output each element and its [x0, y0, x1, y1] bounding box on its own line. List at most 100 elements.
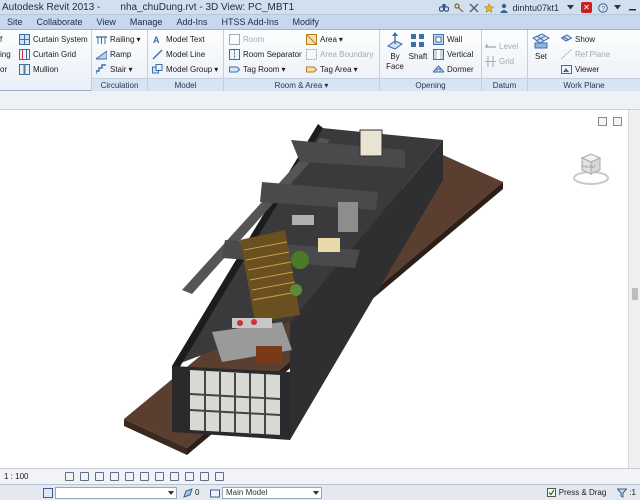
floor-button-clipped[interactable]: or	[0, 62, 7, 76]
help-icon[interactable]: ?	[597, 2, 608, 13]
viewer-button[interactable]: Viewer	[561, 62, 599, 76]
stair-button[interactable]: Stair ▾	[96, 62, 132, 76]
area-boundary-icon	[306, 48, 317, 60]
panel-circulation: Railing ▾ Ramp Stair ▾ Circulation	[92, 30, 148, 91]
sun-path-icon[interactable]	[95, 472, 104, 481]
wall-opening-button[interactable]: Wall	[433, 32, 462, 46]
dormer-button[interactable]: Dormer	[433, 62, 474, 76]
crop-view-icon[interactable]	[140, 472, 149, 481]
tab-collaborate[interactable]: Collaborate	[30, 15, 90, 30]
ref-plane-icon	[561, 48, 572, 59]
tab-site[interactable]: Site	[0, 15, 30, 30]
model-panel-title[interactable]: Model	[148, 78, 223, 91]
editing-requests-count: 0	[195, 488, 200, 497]
rendering-icon[interactable]	[125, 472, 134, 481]
visual-style-icon[interactable]	[80, 472, 89, 481]
room-button[interactable]: Room	[229, 32, 264, 46]
by-face-button[interactable]: By Face	[383, 32, 407, 72]
shadows-icon[interactable]	[110, 472, 119, 481]
detail-level-icon[interactable]	[65, 472, 74, 481]
opening-panel-title[interactable]: Opening	[380, 78, 481, 91]
curtain-system-button[interactable]: Curtain System	[19, 32, 88, 46]
username[interactable]: dinhtu07kt1	[512, 3, 559, 13]
roof-button-clipped[interactable]: f	[0, 32, 2, 46]
shaft-button[interactable]: Shaft	[406, 32, 430, 62]
press-drag-checkbox[interactable]	[546, 487, 557, 498]
panel-work-plane: Set Show Ref Plane Viewer Work Plane	[528, 30, 640, 91]
view-3d-canvas[interactable]	[0, 110, 628, 468]
tag-area-button[interactable]: Tag Area ▾	[306, 62, 358, 76]
lock-3d-icon[interactable]	[170, 472, 179, 481]
ceiling-button-clipped[interactable]: ing	[0, 47, 11, 61]
svg-text:?: ?	[601, 6, 605, 13]
model-text-button[interactable]: A Model Text	[152, 32, 205, 46]
level-button[interactable]: Level	[485, 39, 518, 53]
title-bar: Autodesk Revit 2013 - nha_chuDung.rvt - …	[0, 0, 640, 15]
maximize-view-icon[interactable]	[613, 117, 622, 126]
railing-button[interactable]: Railing ▾	[96, 32, 140, 46]
model-group-button[interactable]: Model Group ▾	[152, 62, 218, 76]
vertical-opening-button[interactable]: Vertical	[433, 47, 473, 61]
show-crop-icon[interactable]	[155, 472, 164, 481]
vertical-scrollbar[interactable]	[628, 110, 640, 468]
ramp-button[interactable]: Ramp	[96, 47, 131, 61]
work-plane-panel-title[interactable]: Work Plane	[528, 78, 640, 91]
tools-icon[interactable]	[468, 2, 479, 13]
dormer-icon	[433, 64, 444, 72]
file-view-title: nha_chuDung.rvt - 3D View: PC_MBT1	[120, 1, 295, 13]
tag-area-icon	[306, 66, 317, 72]
restore-view-icon[interactable]	[598, 117, 607, 126]
stair-icon	[96, 63, 106, 74]
workset-dropdown[interactable]	[55, 486, 177, 499]
analytical-model-icon[interactable]	[215, 472, 224, 481]
editing-requests-icon[interactable]	[182, 487, 193, 498]
ref-plane-button[interactable]: Ref Plane	[561, 47, 610, 61]
filter-icon[interactable]	[616, 487, 627, 498]
chevron-down-icon[interactable]	[565, 2, 576, 13]
tag-room-button[interactable]: Tag Room ▾	[229, 62, 285, 76]
tab-add-ins[interactable]: Add-Ins	[169, 15, 214, 30]
grid-icon	[485, 55, 496, 67]
tab-view[interactable]: View	[90, 15, 123, 30]
scrollbar-thumb[interactable]	[632, 288, 638, 300]
ribbon-tabs: Site Collaborate View Manage Add-Ins HTS…	[0, 15, 640, 30]
view-scale[interactable]: 1 : 100	[0, 472, 62, 481]
fridge	[338, 202, 358, 232]
datum-panel-title[interactable]: Datum	[482, 78, 527, 91]
panel-room-area: Room Room Separator Tag Room ▾ Area ▾ Area…	[224, 30, 380, 91]
circulation-panel-title[interactable]: Circulation	[92, 78, 147, 91]
user-icon[interactable]	[498, 2, 509, 13]
worksets-icon[interactable]	[42, 487, 53, 498]
design-options-icon[interactable]	[209, 487, 220, 498]
key-icon[interactable]	[453, 2, 464, 13]
show-work-plane-button[interactable]: Show	[561, 32, 595, 46]
reveal-hidden-icon[interactable]	[200, 472, 209, 481]
binoculars-icon[interactable]	[438, 2, 449, 13]
star-icon[interactable]	[483, 2, 494, 13]
tab-modify[interactable]: Modify	[286, 15, 327, 30]
vertical-opening-icon	[433, 48, 444, 60]
exchange-x-icon[interactable]: ✕	[581, 2, 592, 13]
viewcube[interactable]: FRONT	[572, 148, 610, 188]
curtain-grid-button[interactable]: Curtain Grid	[19, 47, 76, 61]
room-area-panel-title[interactable]: Room & Area ▾	[224, 78, 379, 91]
panel-datum: Level Grid Datum	[482, 30, 528, 91]
minimize-icon[interactable]	[627, 2, 638, 13]
level-icon	[485, 42, 496, 48]
curtain-system-icon	[19, 33, 30, 45]
area-boundary-button[interactable]: Area Boundary	[306, 47, 373, 61]
set-work-plane-button[interactable]: Set	[529, 32, 553, 62]
mullion-button[interactable]: Mullion	[19, 62, 58, 76]
room-separator-button[interactable]: Room Separator	[229, 47, 302, 61]
design-option-dropdown[interactable]: Main Model	[222, 486, 322, 499]
curtain-grid-icon	[19, 48, 30, 60]
room-separator-icon	[229, 48, 240, 60]
area-button[interactable]: Area ▾	[306, 32, 343, 46]
tab-manage[interactable]: Manage	[123, 15, 170, 30]
model-line-button[interactable]: Model Line	[152, 47, 205, 61]
area-icon	[306, 33, 317, 45]
help-chevron-icon[interactable]	[612, 2, 623, 13]
temp-hide-icon[interactable]	[185, 472, 194, 481]
grid-button[interactable]: Grid	[485, 54, 514, 68]
tab-htss-add-ins[interactable]: HTSS Add-Ins	[214, 15, 285, 30]
